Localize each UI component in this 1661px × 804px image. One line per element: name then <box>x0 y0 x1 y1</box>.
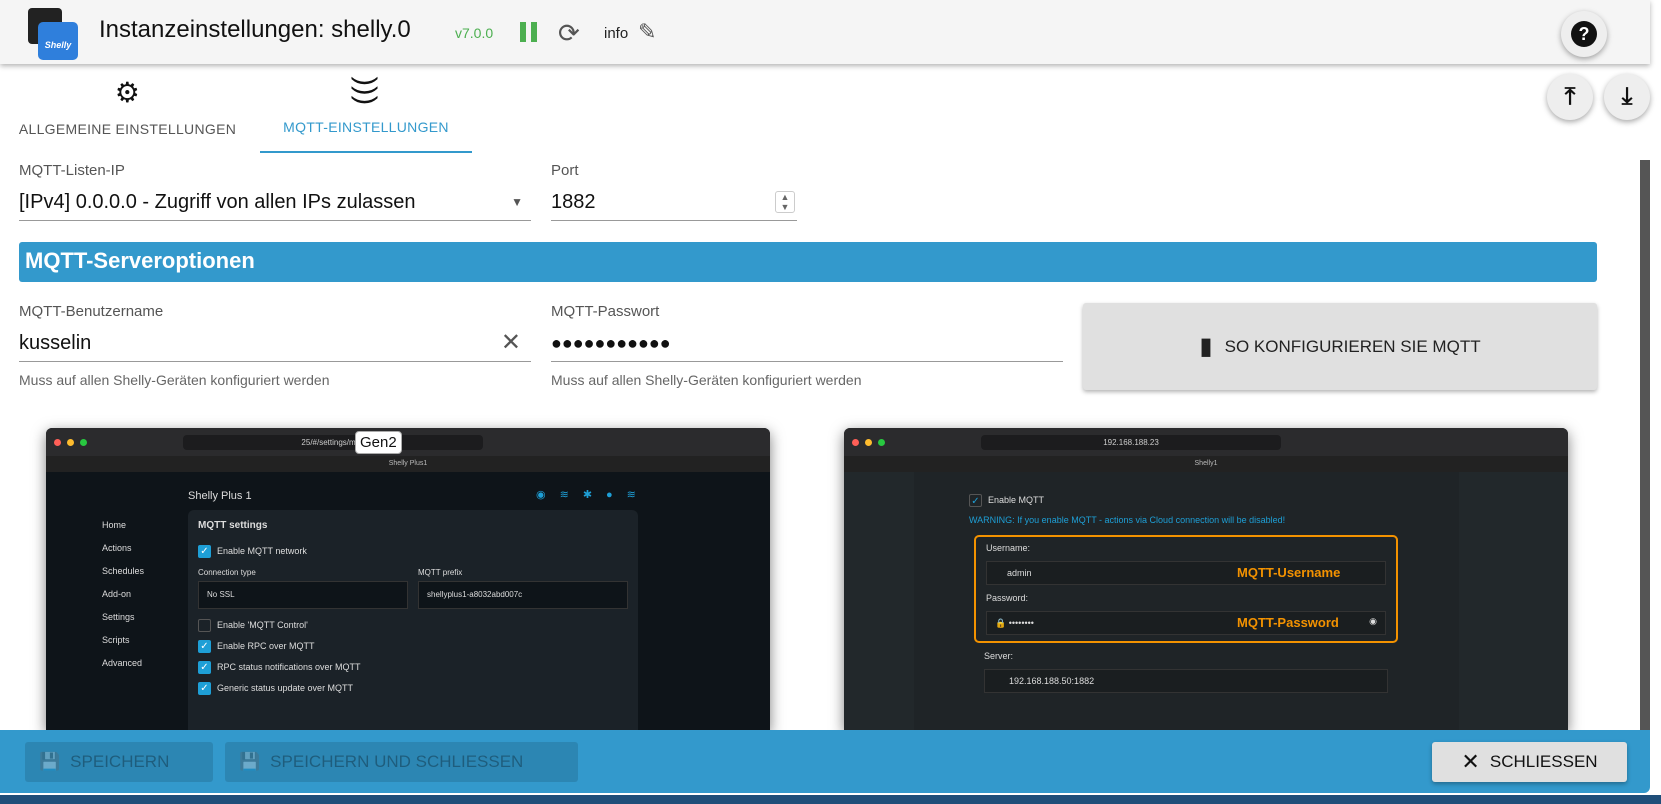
gen2-enable-network: Enable MQTT network <box>217 545 307 556</box>
gen1-screenshot: 192.168.188.23 Shelly1 ✓ Enable MQTT WARN… <box>844 428 1568 730</box>
upload-icon: ⤒ <box>1564 83 1576 110</box>
username-label: MQTT-Benutzername <box>19 303 164 320</box>
logo-text: Shelly <box>38 22 78 60</box>
close-label: SCHLIESSEN <box>1489 752 1598 771</box>
chevron-down-icon: ▼ <box>511 195 523 209</box>
nav-home: Home <box>102 520 127 530</box>
section-header: MQTT-Serveroptionen <box>19 242 1597 282</box>
header: Shelly Instanzeinstellungen: shelly.0 v7… <box>0 0 1650 64</box>
close-icon: ✕ <box>1461 749 1480 774</box>
howto-mqtt-button[interactable]: ▮ SO KONFIGURIEREN SIE MQTT <box>1083 303 1597 390</box>
gen1-username: admin <box>1007 568 1032 578</box>
nav-advanced: Advanced <box>102 658 143 668</box>
save-close-label: SPEICHERN UND SCHLIESSEN <box>270 752 524 771</box>
upload-button[interactable]: ⤒ <box>1547 74 1593 120</box>
gen1-server-label: Server: <box>984 651 1014 661</box>
port-value: 1882 <box>551 191 596 213</box>
password-helper: Muss auf allen Shelly-Geräten konfigurie… <box>551 372 862 388</box>
gen2-generic: Generic status update over MQTT <box>217 682 354 693</box>
prefix-value: shellyplus1-a8032abd007c <box>418 581 628 609</box>
password-annotation: MQTT-Password <box>1237 615 1339 630</box>
gen2-screenshot: 25/#/settings/mqtt Shelly Plus1 Shelly P… <box>46 428 770 730</box>
status-icons: ◉≋✱●≋ <box>536 489 650 501</box>
lock-icon: 🔒 <box>995 618 1007 628</box>
save-icon: 💾 <box>39 752 61 771</box>
edit-icon[interactable]: ✎ <box>638 19 656 45</box>
save-close-button[interactable]: 💾 SPEICHERN UND SCHLIESSEN <box>225 742 578 782</box>
conn-type-value: No SSL <box>198 581 408 609</box>
download-icon: ⤓ <box>1621 83 1633 110</box>
listen-ip-label: MQTT-Listen-IP <box>19 162 125 179</box>
password-label: MQTT-Passwort <box>551 303 660 320</box>
conn-type-label: Connection type <box>198 568 256 577</box>
rss-icon: ))) <box>351 76 382 106</box>
gen1-username-label: Username: <box>986 543 1031 553</box>
gen1-url: 192.168.188.23 <box>981 434 1281 450</box>
gen2-url: 25/#/settings/mqtt <box>183 434 483 450</box>
gen1-tab: Shelly1 <box>844 456 1568 472</box>
listen-ip-value: [IPv4] 0.0.0.0 - Zugriff von allen IPs z… <box>19 191 416 213</box>
nav-settings: Settings <box>102 612 135 622</box>
reload-icon[interactable]: ⟳ <box>558 18 580 49</box>
port-label: Port <box>551 162 579 179</box>
username-helper: Muss auf allen Shelly-Geräten konfigurie… <box>19 372 330 388</box>
gear-icon: ⚙ <box>114 77 141 108</box>
username-value: kusselin <box>19 332 92 354</box>
save-icon: 💾 <box>239 752 261 771</box>
gen1-password-label: Password: <box>986 593 1029 603</box>
username-annotation: MQTT-Username <box>1237 565 1341 580</box>
nav-actions: Actions <box>102 543 132 553</box>
listen-ip-select[interactable]: [IPv4] 0.0.0.0 - Zugriff von allen IPs z… <box>19 187 531 221</box>
nav-scripts: Scripts <box>102 635 130 645</box>
gen2-rpc: Enable RPC over MQTT <box>217 640 315 651</box>
version-label: v7.0.0 <box>455 25 494 41</box>
prefix-label: MQTT prefix <box>418 568 463 577</box>
save-button[interactable]: 💾 SPEICHERN <box>25 742 213 782</box>
gen2-enable-control: Enable 'MQTT Control' <box>217 619 308 630</box>
footer-strip <box>0 795 1661 804</box>
tab-label: MQTT-EINSTELLUNGEN <box>283 119 449 135</box>
gen2-device: Shelly Plus 1 <box>188 490 252 502</box>
gen2-tab: Shelly Plus1 <box>46 456 770 472</box>
username-input[interactable]: kusselin ✕ <box>19 328 531 362</box>
tab-general-settings[interactable]: ⚙ ALLGEMEINE EINSTELLUNGEN <box>0 76 255 153</box>
stepper-icon[interactable]: ▲ ▼ <box>775 191 795 213</box>
help-button[interactable]: ? <box>1561 11 1607 57</box>
gen2-badge: Gen2 <box>355 431 402 454</box>
password-input[interactable]: ●●●●●●●●●●● <box>551 328 1063 362</box>
scrollbar[interactable] <box>1640 160 1650 730</box>
tab-label: ALLGEMEINE EINSTELLUNGEN <box>18 121 237 137</box>
nav-schedules: Schedules <box>102 566 145 576</box>
gen1-enable: Enable MQTT <box>988 494 1045 505</box>
pause-icon[interactable] <box>520 22 538 42</box>
eye-icon: ◉ <box>1369 616 1377 626</box>
save-label: SPEICHERN <box>70 752 170 771</box>
close-button[interactable]: ✕ SCHLIESSEN <box>1432 742 1627 782</box>
download-button[interactable]: ⤓ <box>1604 74 1650 120</box>
gen1-warning: WARNING: If you enable MQTT - actions vi… <box>969 515 1286 525</box>
bottom-toolbar: 💾 SPEICHERN 💾 SPEICHERN UND SCHLIESSEN ✕ SC… <box>0 730 1650 793</box>
gen2-rpc-status: RPC status notifications over MQTT <box>217 661 361 672</box>
port-input[interactable]: 1882 ▲ ▼ <box>551 187 797 221</box>
book-icon: ▮ <box>1199 333 1213 360</box>
tab-mqtt-settings[interactable]: ))) MQTT-EINSTELLUNGEN <box>260 76 472 153</box>
help-icon: ? <box>1571 21 1597 47</box>
shelly-logo: Shelly <box>26 8 80 60</box>
info-label: info <box>604 25 629 42</box>
nav-addon: Add-on <box>102 589 132 599</box>
howto-label: SO KONFIGURIEREN SIE MQTT <box>1224 336 1481 356</box>
gen1-password: •••••••• <box>1008 618 1034 628</box>
page-title: Instanzeinstellungen: shelly.0 <box>99 16 411 43</box>
gen1-server: 192.168.188.50:1882 <box>984 669 1388 693</box>
clear-icon[interactable]: ✕ <box>501 328 521 358</box>
gen2-panel-title: MQTT settings <box>198 520 268 531</box>
